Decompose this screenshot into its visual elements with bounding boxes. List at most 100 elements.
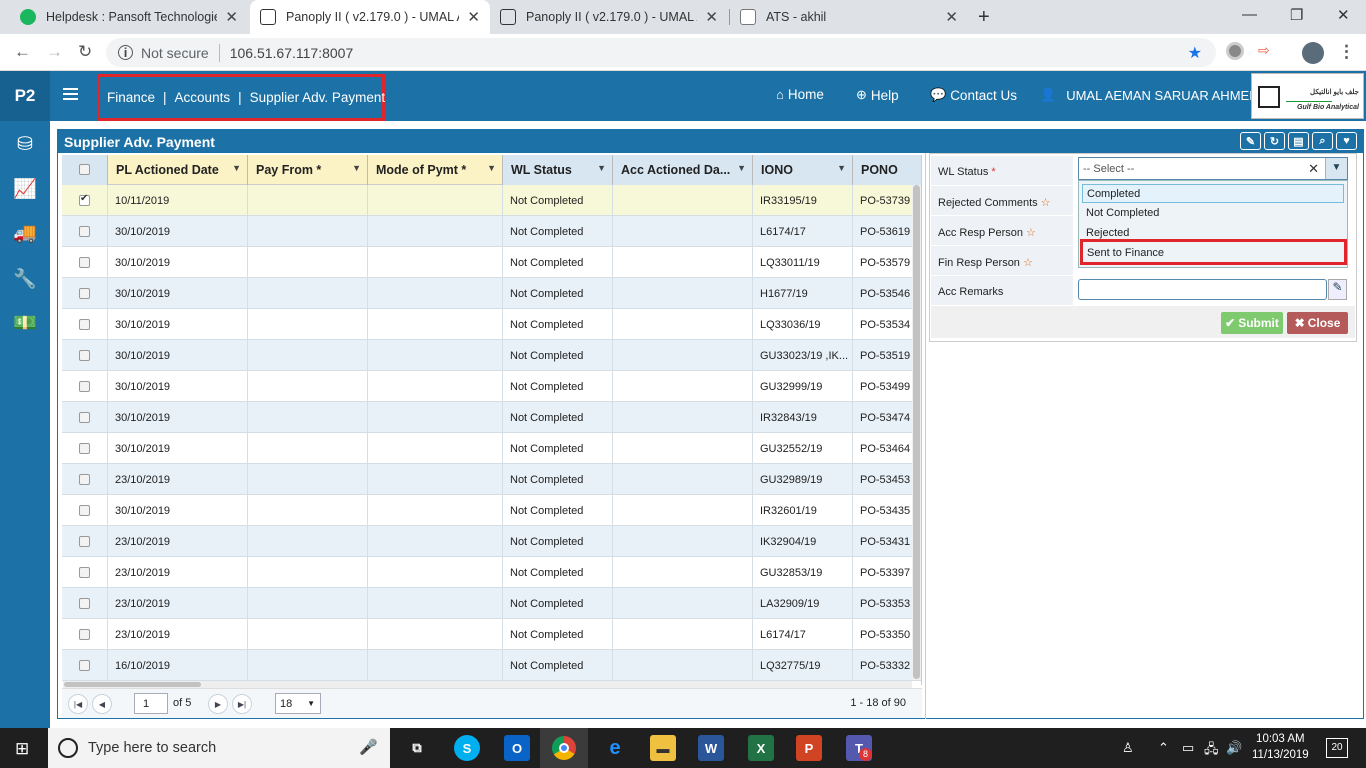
cell-mode-of-pymt[interactable] [368, 402, 503, 433]
col-pono[interactable]: PONO [853, 155, 921, 185]
profile-avatar[interactable] [1302, 42, 1324, 64]
nav-contact[interactable]: 💬 Contact Us [930, 87, 1017, 103]
table-row[interactable]: 23/10/2019 Not Completed GU32989/19 PO-5345… [62, 464, 921, 495]
info-icon[interactable]: i [118, 45, 133, 60]
row-checkbox-cell[interactable] [62, 433, 108, 464]
chevron-down-icon[interactable]: ▼ [352, 163, 361, 173]
edit-icon[interactable]: ✎ [1240, 132, 1261, 150]
cell-iono[interactable]: LA32909/19 [753, 588, 853, 619]
option-completed[interactable]: Completed [1082, 184, 1344, 203]
battery-icon[interactable]: ▭ [1182, 740, 1194, 756]
close-tab-icon[interactable]: ✕ [705, 8, 718, 26]
system-clock[interactable]: 10:03 AM 11/13/2019 [1252, 731, 1309, 763]
cell-wl-status[interactable]: Not Completed [503, 185, 613, 216]
browser-tab-helpdesk[interactable]: Helpdesk : Pansoft Technologies ✕ [10, 0, 248, 34]
grid-vertical-scroll-thumb[interactable] [913, 185, 920, 679]
cell-iono[interactable]: L6174/17 [753, 216, 853, 247]
acc-remarks-input[interactable] [1078, 279, 1327, 300]
table-row[interactable]: 10/11/2019Not CompletedIR33195/19PO-5373… [62, 185, 921, 216]
cell-wl-status[interactable]: Not Completed [503, 278, 613, 309]
table-row[interactable]: 23/10/2019 Not Completed LA32909/19 PO-5335… [62, 588, 921, 619]
bookmark-star-icon[interactable]: ★ [1188, 43, 1202, 63]
row-checkbox[interactable] [79, 629, 90, 640]
select-all-header[interactable] [62, 155, 108, 185]
option-not-completed[interactable]: Not Completed [1082, 204, 1344, 223]
outlook-icon[interactable]: O [504, 735, 530, 761]
people-icon[interactable]: ♙ [1122, 740, 1134, 756]
file-explorer-icon[interactable]: ▬ [650, 735, 676, 761]
cell-acc-actioned-date[interactable] [613, 309, 753, 340]
cell-iono[interactable]: GU32999/19 [753, 371, 853, 402]
cell-pl-actioned-date[interactable]: 30/10/2019 [108, 278, 248, 309]
col-mode-of-pymt[interactable]: Mode of Pymt * ▼ [368, 155, 503, 185]
network-icon[interactable]: 🖧 [1204, 740, 1219, 762]
nav-home[interactable]: ⌂ Home [776, 87, 824, 102]
row-checkbox[interactable] [79, 412, 90, 423]
cell-acc-actioned-date[interactable] [613, 619, 753, 650]
table-row[interactable]: 23/10/2019 Not Completed IK32904/19 PO-5343… [62, 526, 921, 557]
cell-pay-from[interactable] [248, 433, 368, 464]
col-pay-from[interactable]: Pay From * ▼ [248, 155, 368, 185]
row-checkbox[interactable] [79, 319, 90, 330]
row-checkbox-cell[interactable] [62, 309, 108, 340]
database-icon[interactable]: ⛁ [13, 133, 37, 155]
forward-icon[interactable]: → [46, 42, 63, 62]
chevron-down-icon[interactable]: ▼ [487, 163, 496, 173]
cell-iono[interactable]: GU32552/19 [753, 433, 853, 464]
cell-pl-actioned-date[interactable]: 10/11/2019 [108, 185, 248, 216]
cell-pl-actioned-date[interactable]: 23/10/2019 [108, 526, 248, 557]
cell-pl-actioned-date[interactable]: 16/10/2019 [108, 650, 248, 681]
cell-wl-status[interactable]: Not Completed [503, 433, 613, 464]
cell-pay-from[interactable] [248, 650, 368, 681]
next-page-icon[interactable]: ▶ [208, 694, 228, 714]
cell-pl-actioned-date[interactable]: 30/10/2019 [108, 495, 248, 526]
cell-pay-from[interactable] [248, 216, 368, 247]
cell-acc-actioned-date[interactable] [613, 588, 753, 619]
powerpoint-icon[interactable]: P [796, 735, 822, 761]
table-row[interactable]: 30/10/2019 Not Completed GU32552/19 PO-5346… [62, 433, 921, 464]
cell-acc-actioned-date[interactable] [613, 402, 753, 433]
row-checkbox-cell[interactable] [62, 557, 108, 588]
close-button[interactable]: ✖ Close [1287, 312, 1348, 334]
grid-horizontal-scroll-thumb[interactable] [64, 682, 201, 687]
excel-icon[interactable]: X [748, 735, 774, 761]
col-pl-actioned-date[interactable]: PL Actioned Date ▼ [108, 155, 248, 185]
row-checkbox[interactable] [79, 381, 90, 392]
submit-button[interactable]: ✔ Submit [1221, 312, 1283, 334]
notification-icon[interactable]: 20 [1326, 738, 1348, 758]
cell-iono[interactable]: LQ33011/19 [753, 247, 853, 278]
cell-mode-of-pymt[interactable] [368, 309, 503, 340]
export-icon[interactable]: ▤ [1288, 132, 1309, 150]
cell-pl-actioned-date[interactable]: 30/10/2019 [108, 247, 248, 278]
cell-mode-of-pymt[interactable] [368, 464, 503, 495]
refresh-icon[interactable]: ↻ [1264, 132, 1285, 150]
col-iono[interactable]: IONO ▼ [753, 155, 853, 185]
cast-extension-icon[interactable]: ⇨ [1258, 42, 1276, 60]
wl-status-select[interactable]: -- Select -- ✕ ▼ [1078, 157, 1348, 180]
cell-pay-from[interactable] [248, 185, 368, 216]
wrench-icon[interactable]: 🔧 [13, 267, 37, 290]
cell-iono[interactable]: IR32601/19 [753, 495, 853, 526]
cell-wl-status[interactable]: Not Completed [503, 340, 613, 371]
cell-acc-actioned-date[interactable] [613, 247, 753, 278]
cell-wl-status[interactable]: Not Completed [503, 557, 613, 588]
cell-iono[interactable]: GU32853/19 [753, 557, 853, 588]
row-checkbox[interactable] [79, 193, 90, 206]
prev-page-icon[interactable]: ◀ [92, 694, 112, 714]
cell-iono[interactable]: L6174/17 [753, 619, 853, 650]
table-row[interactable]: 30/10/2019 Not Completed IR32601/19 PO-5343… [62, 495, 921, 526]
url-field[interactable]: i Not secure 106.51.67.117:8007 ★ [106, 38, 1216, 67]
breadcrumb-supplier-adv-payment[interactable]: Supplier Adv. Payment [250, 90, 386, 105]
cell-iono[interactable]: LQ32775/19 [753, 650, 853, 681]
row-checkbox[interactable] [79, 226, 90, 237]
cell-wl-status[interactable]: Not Completed [503, 495, 613, 526]
reload-icon[interactable]: ↻ [78, 42, 92, 62]
cell-acc-actioned-date[interactable] [613, 371, 753, 402]
cell-pl-actioned-date[interactable]: 23/10/2019 [108, 557, 248, 588]
cell-pl-actioned-date[interactable]: 30/10/2019 [108, 433, 248, 464]
breadcrumb-accounts[interactable]: Accounts [175, 90, 231, 105]
cell-mode-of-pymt[interactable] [368, 185, 503, 216]
back-icon[interactable]: ← [14, 42, 31, 62]
page-number-input[interactable]: 1 [134, 693, 168, 714]
cell-mode-of-pymt[interactable] [368, 433, 503, 464]
